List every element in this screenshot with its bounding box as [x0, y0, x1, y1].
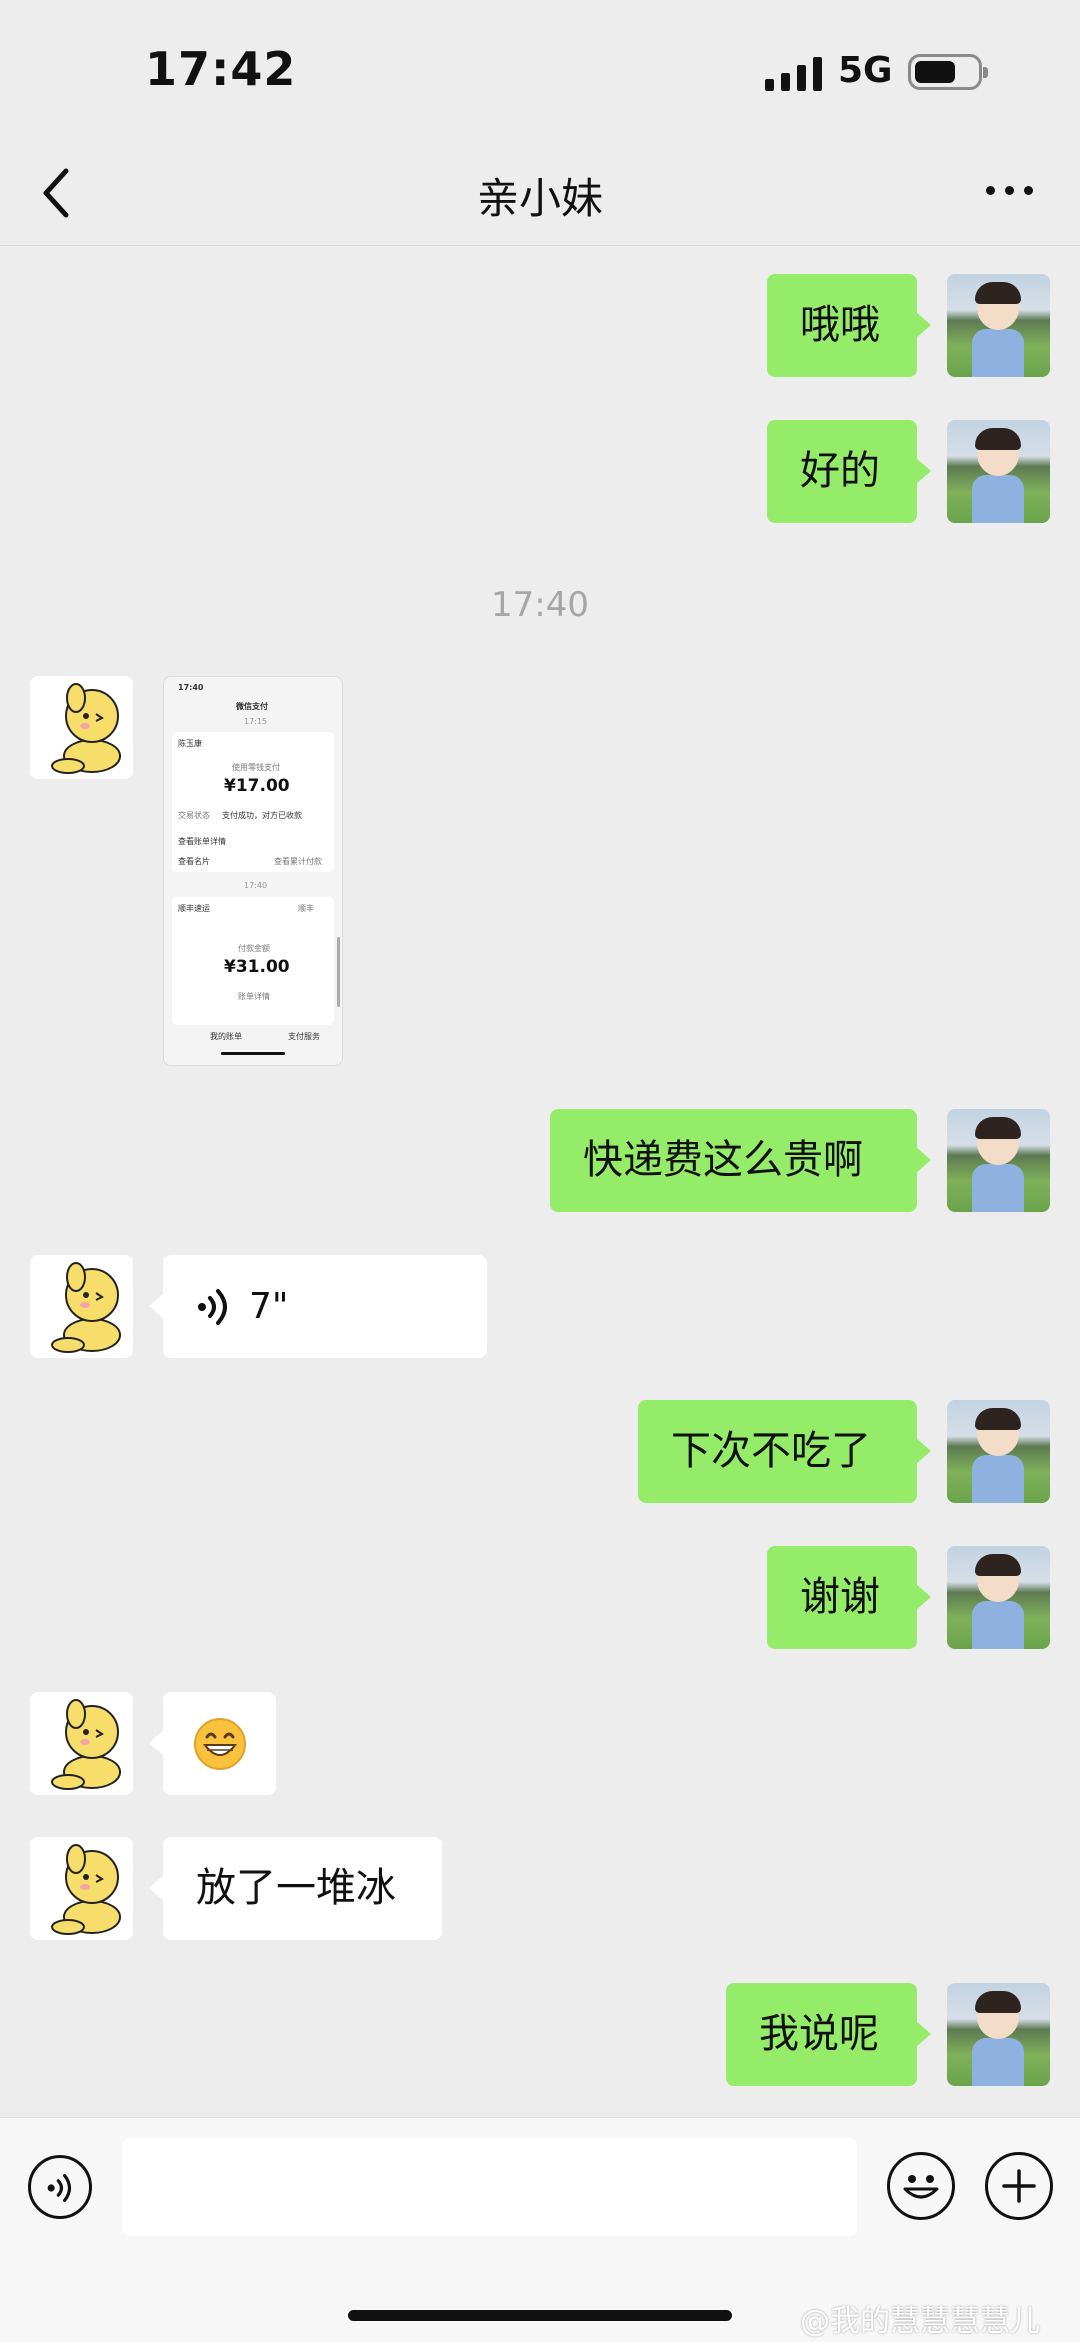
chat-title: 亲小妹: [476, 174, 603, 223]
screenshot-tab: 我的账单: [210, 1032, 242, 1041]
payment-card-2: 顺丰速运 顺丰 付款金额 ¥31.00 账单详情: [172, 897, 334, 1025]
message-bubble-sent[interactable]: 快递费这么贵啊: [550, 1109, 931, 1212]
my-avatar[interactable]: [947, 1400, 1050, 1503]
screenshot-ts2: 17:40: [244, 881, 268, 890]
bill-detail-link: 账单详情: [238, 992, 270, 1001]
watermark: @我的慧慧慧慧儿: [800, 2304, 1040, 2339]
network-type: 5G: [838, 50, 893, 91]
screenshot-time: 17:40: [178, 683, 204, 692]
contact-avatar[interactable]: [30, 676, 133, 779]
status-value: 支付成功，对方已收款: [222, 811, 302, 820]
voice-icon: [47, 2173, 72, 2203]
payment-label: 付款金额: [238, 944, 270, 953]
payment-label: 使用零钱支付: [232, 763, 280, 772]
merchant-name: 顺丰速运: [178, 904, 210, 913]
card-link: 查看名片: [178, 857, 210, 866]
merchant-name: 陈玉康: [178, 739, 202, 748]
grinning-emoji-icon: [194, 1718, 246, 1770]
more-options-icon[interactable]: [980, 170, 1040, 210]
dog-avatar-icon: [51, 683, 121, 774]
chat-timestamp: 17:40: [491, 585, 589, 625]
message-bubble-sent[interactable]: 谢谢: [767, 1546, 931, 1649]
status-time: 17:42: [145, 42, 297, 96]
contact-avatar[interactable]: [30, 1837, 133, 1940]
screenshot-home-bar: [221, 1052, 285, 1055]
contact-avatar[interactable]: [30, 1255, 133, 1358]
screenshot-tab: 支付服务: [288, 1032, 320, 1041]
battery-icon: [908, 54, 988, 90]
dog-avatar-icon: [51, 1262, 121, 1353]
smile-icon: [903, 2175, 939, 2199]
emoji-message-bubble[interactable]: [149, 1692, 276, 1795]
bill-detail-link: 查看账单详情: [178, 837, 226, 846]
voice-duration: 7": [249, 1286, 289, 1327]
my-avatar[interactable]: [947, 1546, 1050, 1649]
emoji-button[interactable]: [887, 2152, 955, 2220]
payment-screenshot-image[interactable]: 17:40 微信支付 17:15 陈玉康 使用零钱支付 ¥17.00 交易状态 …: [163, 676, 343, 1066]
message-input[interactable]: [122, 2138, 857, 2236]
my-avatar[interactable]: [947, 274, 1050, 377]
contact-avatar[interactable]: [30, 1692, 133, 1795]
voice-input-button[interactable]: [28, 2155, 92, 2219]
message-bubble-sent[interactable]: 好的: [767, 420, 931, 523]
payment-amount: ¥17.00: [224, 776, 290, 796]
header-divider: [0, 245, 1080, 246]
home-indicator[interactable]: [348, 2310, 732, 2321]
voice-message-bubble[interactable]: 7": [149, 1255, 487, 1358]
total-link: 查看累计付款: [274, 857, 322, 866]
more-functions-button[interactable]: [985, 2152, 1053, 2220]
screenshot-ts1: 17:15: [244, 717, 268, 726]
dog-avatar-icon: [51, 1844, 121, 1935]
message-bubble-sent[interactable]: 我说呢: [726, 1983, 931, 2086]
message-bubble-received[interactable]: 放了一堆冰: [149, 1837, 442, 1940]
status-label: 交易状态: [178, 811, 210, 820]
message-bubble-sent[interactable]: 下次不吃了: [638, 1400, 931, 1503]
voice-wave-icon: [198, 1289, 227, 1325]
my-avatar[interactable]: [947, 1983, 1050, 2086]
plus-icon: [1002, 2169, 1036, 2203]
payment-amount: ¥31.00: [224, 957, 290, 977]
my-avatar[interactable]: [947, 420, 1050, 523]
screenshot-scrollbar: [337, 937, 340, 1007]
merchant-tag: 顺丰: [298, 904, 314, 913]
screenshot-title: 微信支付: [236, 702, 268, 711]
signal-icon: [765, 55, 823, 91]
payment-card-1: 陈玉康 使用零钱支付 ¥17.00 交易状态 支付成功，对方已收款 查看账单详情…: [172, 732, 334, 872]
message-bubble-sent[interactable]: 哦哦: [767, 274, 931, 377]
dog-avatar-icon: [51, 1699, 121, 1790]
my-avatar[interactable]: [947, 1109, 1050, 1212]
